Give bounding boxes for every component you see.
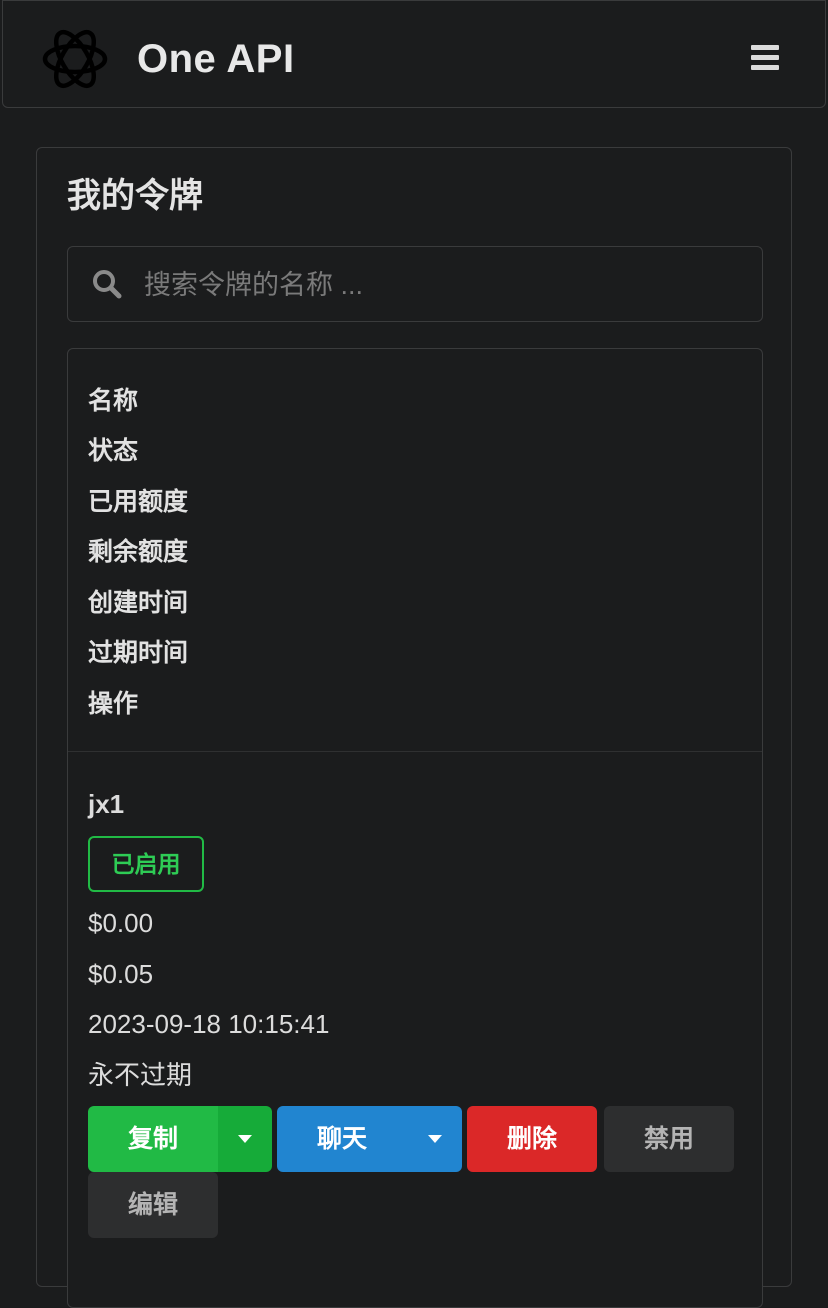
hamburger-menu-icon[interactable] [751,45,779,71]
tokens-card: 我的令牌 名称 状态 已用额度 剩余额度 创建时间 过期时间 操作 jx1 已启… [36,147,792,1308]
disable-button[interactable]: 禁用 [604,1106,734,1172]
chat-button-label: 聊天 [317,1125,368,1153]
table-divider [68,751,762,752]
column-header-name: 名称 [88,387,139,415]
page-title: 我的令牌 [67,177,203,215]
token-name: jx1 [88,789,125,819]
search-input[interactable] [142,261,746,309]
top-navbar: One API [2,0,826,108]
column-header-expire: 过期时间 [88,639,189,667]
search-box[interactable] [67,246,763,322]
search-icon [93,270,122,299]
copy-button[interactable]: 复制 [88,1106,218,1172]
app-title[interactable]: One API [137,35,295,83]
column-header-actions: 操作 [88,690,139,718]
chevron-down-icon[interactable] [428,1135,442,1143]
delete-button[interactable]: 删除 [467,1106,597,1172]
openai-logo-icon[interactable] [37,21,113,97]
status-badge: 已启用 [88,836,204,892]
used-quota: $0.00 [88,908,154,938]
column-header-remaining: 剩余额度 [88,538,189,566]
token-table: 名称 状态 已用额度 剩余额度 创建时间 过期时间 操作 jx1 已启用 $0.… [67,348,763,1308]
chat-button[interactable]: 聊天 [277,1106,462,1172]
edit-button[interactable]: 编辑 [88,1172,218,1238]
chevron-down-icon [238,1135,252,1143]
created-time: 2023-09-18 10:15:41 [88,1009,330,1039]
copy-dropdown-button[interactable] [218,1106,272,1172]
column-header-used: 已用额度 [88,488,189,516]
expire-time: 永不过期 [88,1060,193,1090]
column-header-created: 创建时间 [88,589,189,617]
column-header-status: 状态 [88,437,139,465]
remaining-quota: $0.05 [88,959,154,989]
